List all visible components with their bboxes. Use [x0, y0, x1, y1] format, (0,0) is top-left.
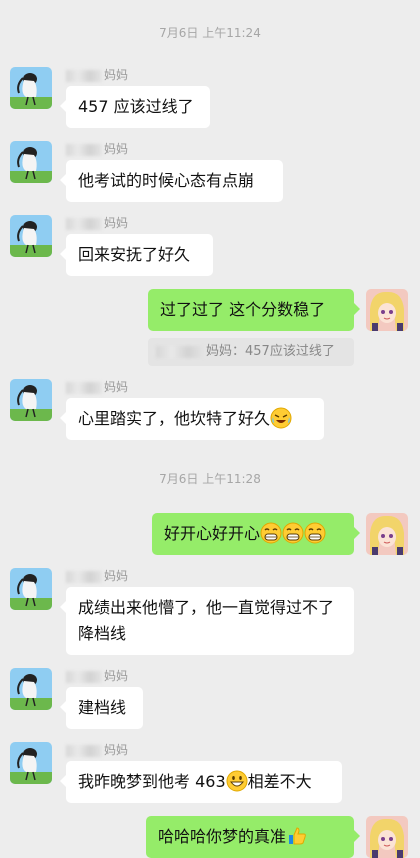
message-text: 回来安抚了好久	[78, 245, 191, 264]
message-bubble[interactable]: 我昨晚梦到他考 463 相差不大	[60, 761, 342, 803]
message-text: 心里踏实了，他坎特了好久	[78, 409, 271, 428]
message-bubble[interactable]: 他考试的时候心态有点崩	[60, 160, 283, 202]
contact-avatar-girl-icon	[10, 379, 52, 421]
contact-avatar-girl-icon	[10, 568, 52, 610]
message-text: 他考试的时候心态有点崩	[78, 171, 255, 190]
message-bubble[interactable]: 成绩出来他懵了，他一直觉得过不了降档线	[60, 587, 354, 655]
sender-name: 妈妈	[66, 67, 128, 83]
timestamp: 7月6日 上午11:24	[159, 26, 261, 40]
contact-avatar-girl-icon	[10, 742, 52, 784]
contact-avatar[interactable]	[10, 568, 52, 610]
message-text: 好开心好开心	[164, 524, 261, 543]
message-bubble[interactable]: 457 应该过线了	[60, 86, 210, 128]
sender-name: 妈妈	[66, 141, 128, 157]
contact-avatar[interactable]	[10, 67, 52, 109]
message-text: 我昨晚梦到他考 463	[78, 772, 226, 791]
redacted-name	[66, 670, 102, 683]
message-text: 过了过了 这个分数稳了	[160, 300, 326, 319]
grin-emoji	[304, 522, 326, 544]
contact-avatar-girl-icon	[10, 668, 52, 710]
message-bubble[interactable]: 心里踏实了，他坎特了好久	[60, 398, 324, 440]
grin-emoji	[260, 522, 282, 544]
redacted-name	[66, 570, 102, 583]
message-text: 哈哈哈你梦的真准	[158, 827, 287, 846]
grinning-emoji	[226, 770, 248, 792]
contact-avatar[interactable]	[10, 668, 52, 710]
sender-name: 妈妈	[66, 568, 128, 584]
own-avatar-anime-icon	[366, 513, 408, 555]
own-avatar-anime-icon	[366, 816, 408, 858]
own-avatar[interactable]	[366, 513, 408, 555]
redacted-name	[156, 345, 204, 358]
contact-avatar[interactable]	[10, 141, 52, 183]
thumbs-up-emoji	[286, 825, 308, 847]
sender-name: 妈妈	[66, 215, 128, 231]
message-bubble-own[interactable]: 哈哈哈你梦的真准	[146, 816, 360, 858]
message-text: 建档线	[78, 698, 127, 717]
redacted-name	[66, 69, 102, 82]
contact-avatar[interactable]	[10, 742, 52, 784]
message-bubble-own[interactable]: 过了过了 这个分数稳了	[148, 289, 360, 331]
contact-avatar-girl-icon	[10, 141, 52, 183]
message-bubble[interactable]: 建档线	[60, 687, 143, 729]
contact-avatar-girl-icon	[10, 215, 52, 257]
redacted-name	[66, 381, 102, 394]
message-bubble[interactable]: 回来安抚了好久	[60, 234, 213, 276]
quoted-message[interactable]: 妈妈：457应该过线了	[148, 338, 354, 366]
own-avatar-anime-icon	[366, 289, 408, 331]
timestamp: 7月6日 上午11:28	[159, 472, 261, 486]
own-avatar[interactable]	[366, 289, 408, 331]
grin-emoji	[282, 522, 304, 544]
contact-avatar-girl-icon	[10, 67, 52, 109]
redacted-name	[66, 217, 102, 230]
contact-avatar[interactable]	[10, 215, 52, 257]
own-avatar[interactable]	[366, 816, 408, 858]
sender-name: 妈妈	[66, 742, 128, 758]
message-text: 457 应该过线了	[78, 97, 194, 116]
sender-name: 妈妈	[66, 379, 128, 395]
message-text: 相差不大	[247, 772, 312, 791]
message-bubble-own[interactable]: 好开心好开心	[152, 513, 360, 555]
redacted-name	[66, 744, 102, 757]
redacted-name	[66, 143, 102, 156]
sender-name: 妈妈	[66, 668, 128, 684]
message-text: 成绩出来他懵了，他一直觉得过不了降档线	[78, 598, 335, 643]
laugh-crying-emoji	[270, 407, 292, 429]
contact-avatar[interactable]	[10, 379, 52, 421]
